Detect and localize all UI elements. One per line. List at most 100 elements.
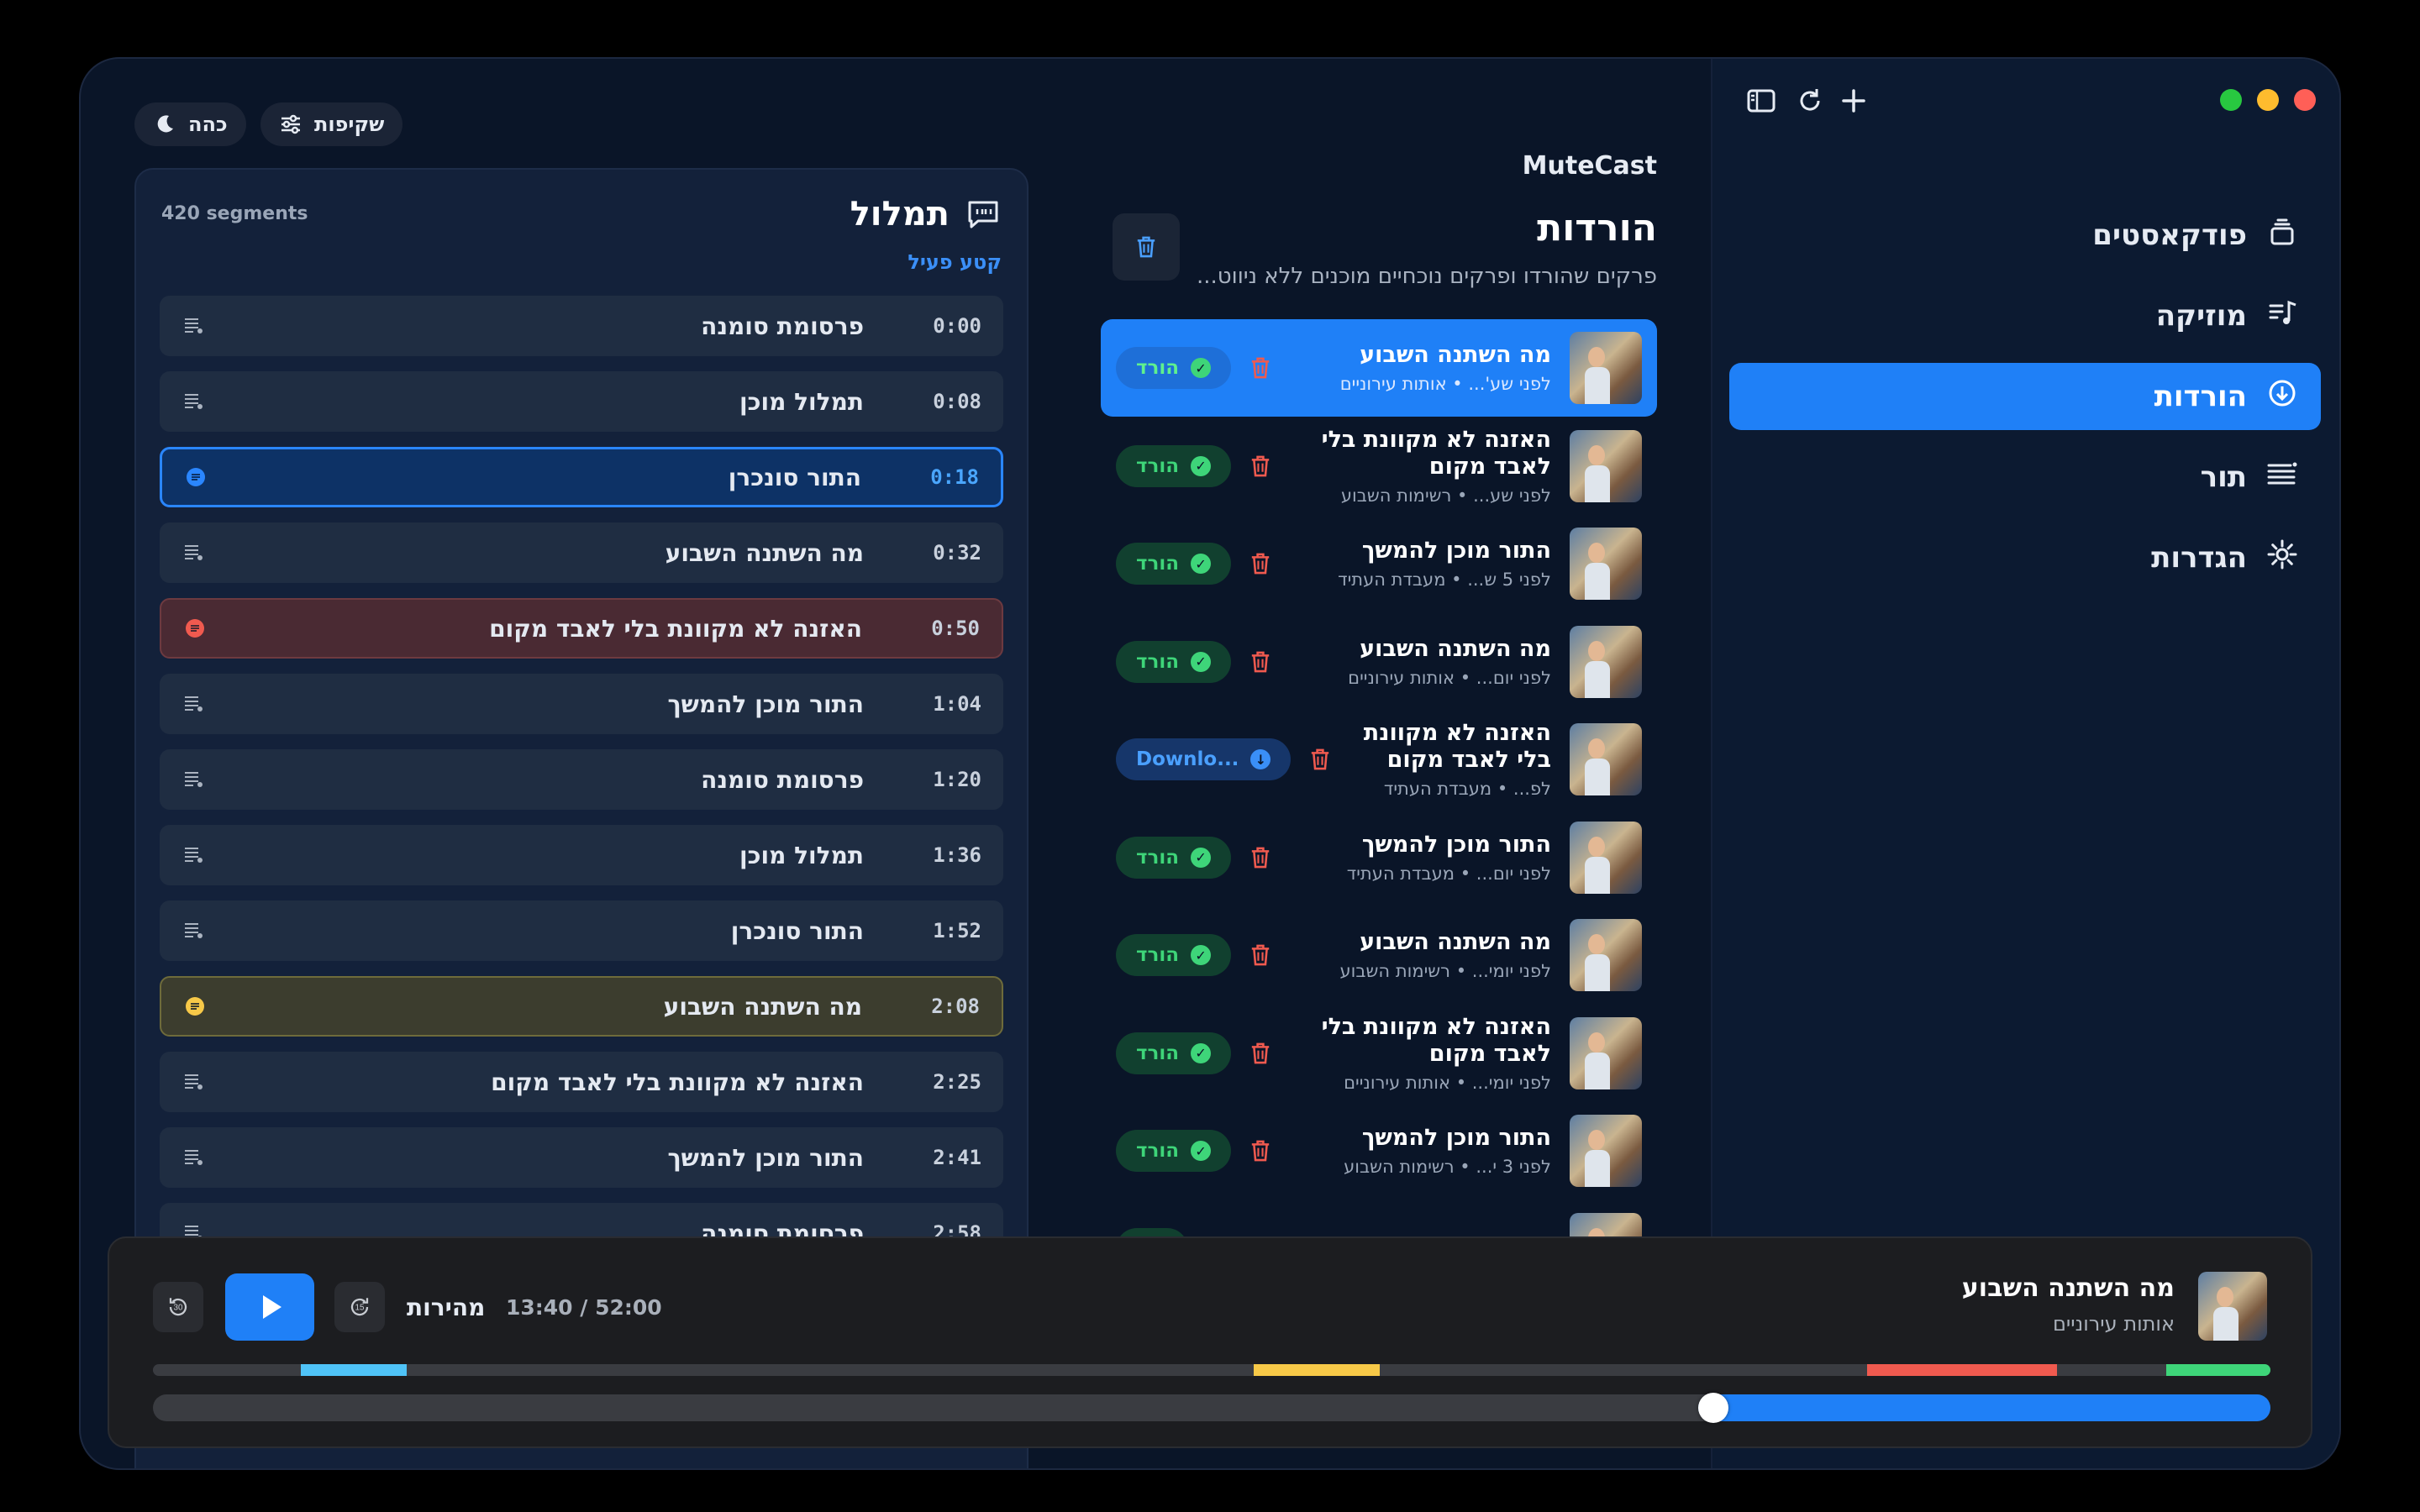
trash-icon[interactable] — [1246, 354, 1275, 382]
segment-list-icon — [182, 314, 205, 338]
transcript-segment[interactable]: 1:36 תמלול מוכן — [160, 825, 1003, 885]
segment-time: 2:25 — [933, 1070, 981, 1094]
minimize-window-button[interactable] — [2257, 89, 2279, 111]
segment-list-icon — [182, 390, 205, 413]
sidebar-item-label: מוזיקה — [2155, 299, 2247, 333]
play-icon — [263, 1295, 281, 1319]
check-icon: ✓ — [1191, 1042, 1212, 1063]
refresh-icon[interactable] — [1793, 84, 1827, 118]
download-item[interactable]: התור מוכן להמשך לפני 5 ש... • מעבדת העתיד… — [1101, 515, 1657, 612]
play-button[interactable] — [225, 1273, 314, 1341]
download-item[interactable]: האזנה לא מקוונת בלי לאבד מקום לפני יומי..… — [1101, 1005, 1657, 1102]
episode-meta: לפני יום... • אותות עירוניים — [1348, 667, 1551, 688]
download-item[interactable]: האזנה לא מקוונת בלי לאבד מקום לפ... • מעב… — [1101, 711, 1657, 808]
download-item[interactable]: התור מוכן להמשך לפני 3 י... • רשימות השבו… — [1101, 1102, 1657, 1200]
segment-text: תמלול מוכן — [739, 841, 864, 869]
svg-text:15: 15 — [355, 1304, 365, 1313]
status-badge[interactable]: Downlo... ↓ — [1116, 738, 1292, 780]
trash-icon[interactable] — [1246, 1137, 1275, 1165]
transcript-segment[interactable]: 1:04 התור מוכן להמשך — [160, 674, 1003, 734]
sidebar-item-podcasts[interactable]: פודקאסטים — [1729, 202, 2321, 269]
segment-text: תמלול מוכן — [739, 387, 864, 416]
segment-list-icon — [182, 1070, 205, 1094]
transcript-segment[interactable]: 2:08 מה השתנה השבוע — [160, 976, 1003, 1037]
skip-back-30-icon: 30 — [169, 1298, 187, 1316]
transcript-segment[interactable]: 1:20 פרסומת סומנה — [160, 749, 1003, 810]
status-label: הורד — [1136, 944, 1180, 966]
sidebar-item-queue[interactable]: תור — [1729, 444, 2321, 511]
sidebar-toggle-icon[interactable] — [1744, 84, 1778, 118]
speed-button[interactable]: מהירות — [407, 1294, 485, 1321]
dark-mode-button[interactable]: כהה — [134, 102, 246, 146]
moon-icon — [157, 115, 173, 133]
skip-forward-button[interactable]: 15 — [334, 1282, 385, 1332]
check-icon: ✓ — [1191, 847, 1212, 868]
progress-slider[interactable] — [153, 1393, 2270, 1423]
check-icon: ✓ — [1191, 455, 1212, 476]
transcript-segment[interactable]: 0:32 מה השתנה השבוע — [160, 522, 1003, 583]
episode-artwork — [1570, 821, 1642, 894]
progress-knob[interactable] — [1698, 1393, 1729, 1423]
download-item[interactable]: מה השתנה השבוע לפני שע'... • אותות עירוני… — [1101, 319, 1657, 417]
trash-icon[interactable] — [1246, 941, 1275, 969]
episode-artwork — [1570, 429, 1642, 502]
marker-cyan — [301, 1364, 407, 1376]
download-item[interactable]: מה השתנה השבוע לפני יום... • אותות עירוני… — [1101, 613, 1657, 711]
skip-back-button[interactable]: 30 — [153, 1282, 203, 1332]
trash-icon[interactable] — [1246, 549, 1275, 578]
status-badge: הורד ✓ — [1116, 934, 1232, 976]
sidebar-item-downloads[interactable]: הורדות — [1729, 363, 2321, 430]
trash-icon[interactable] — [1246, 648, 1275, 676]
transcript-segment[interactable]: 2:41 התור מוכן להמשך — [160, 1127, 1003, 1188]
status-badge: הורד ✓ — [1116, 1032, 1232, 1074]
episode-meta: לפני 3 י... • רשימות השבוע — [1344, 1157, 1551, 1177]
download-item[interactable]: התור מוכן להמשך לפני יום... • מעבדת העתיד… — [1101, 809, 1657, 906]
episode-title: התור מוכן להמשך — [1361, 831, 1551, 858]
transparency-button[interactable]: שקיפות — [260, 102, 403, 146]
segment-list-icon — [184, 465, 208, 489]
transcript-segment[interactable]: 0:18 התור סונכרן — [160, 447, 1003, 507]
segment-list-icon — [182, 692, 205, 716]
plus-icon[interactable] — [1837, 84, 1870, 118]
playback-time: 13:40 / 52:00 — [506, 1295, 662, 1320]
episode-meta: לפני יומי... • אותות עירוניים — [1344, 1072, 1551, 1093]
transcript-segment[interactable]: 1:52 התור סונכרן — [160, 900, 1003, 961]
trash-icon[interactable] — [1306, 745, 1334, 774]
segment-list-icon — [182, 541, 205, 564]
active-segment-link[interactable]: קטע פעיל — [908, 250, 1002, 274]
trash-icon[interactable] — [1246, 1039, 1275, 1068]
close-window-button[interactable] — [2294, 89, 2316, 111]
status-label: הורד — [1136, 1140, 1180, 1162]
skip-forward-15-icon: 15 — [350, 1298, 369, 1316]
episode-meta: לפ... • מעבדת העתיד — [1383, 779, 1551, 799]
transcript-segment[interactable]: 0:08 תמלול מוכן — [160, 371, 1003, 432]
marker-yellow — [1254, 1364, 1380, 1376]
transcript-header: תמלול — [850, 195, 1002, 234]
episode-artwork — [1570, 528, 1642, 600]
transcript-segment[interactable]: 0:00 פרסומת סומנה — [160, 296, 1003, 356]
segment-time: 2:41 — [933, 1146, 981, 1169]
sidebar-item-music[interactable]: מוזיקה — [1729, 282, 2321, 349]
episode-title: האזנה לא מקוונת בלי לאבד מקום — [1321, 1013, 1551, 1067]
segment-list-icon — [182, 919, 205, 942]
segment-list-icon — [182, 843, 205, 867]
status-badge: הורד ✓ — [1116, 347, 1232, 389]
check-icon: ✓ — [1191, 651, 1212, 672]
segment-text: האזנה לא מקוונת בלי לאבד מקום — [491, 1068, 864, 1096]
trash-icon[interactable] — [1246, 843, 1275, 872]
sidebar-item-settings[interactable]: הגדרות — [1729, 524, 2321, 591]
zoom-window-button[interactable] — [2220, 89, 2242, 111]
episode-title: התור מוכן להמשך — [1361, 1125, 1551, 1151]
transcript-segment[interactable]: 2:25 האזנה לא מקוונת בלי לאבד מקום — [160, 1052, 1003, 1112]
download-item[interactable]: מה השתנה השבוע לפני יומי... • רשימות השבו… — [1101, 906, 1657, 1004]
check-icon: ✓ — [1191, 945, 1212, 965]
transcript-segment[interactable]: 0:50 האזנה לא מקוונת בלי לאבד מקום — [160, 598, 1003, 659]
segment-text: מה השתנה השבוע — [663, 992, 862, 1021]
trash-icon[interactable] — [1246, 452, 1275, 480]
segment-list-icon — [182, 1146, 205, 1169]
check-icon: ✓ — [1191, 554, 1212, 574]
delete-all-button[interactable] — [1113, 213, 1180, 281]
download-item[interactable]: האזנה לא מקוונת בלי לאבד מקום לפני שע... … — [1101, 417, 1657, 515]
download-item-text: האזנה לא מקוונת בלי לאבד מקום לפ... • מעב… — [1349, 720, 1570, 799]
episode-artwork — [1570, 332, 1642, 404]
